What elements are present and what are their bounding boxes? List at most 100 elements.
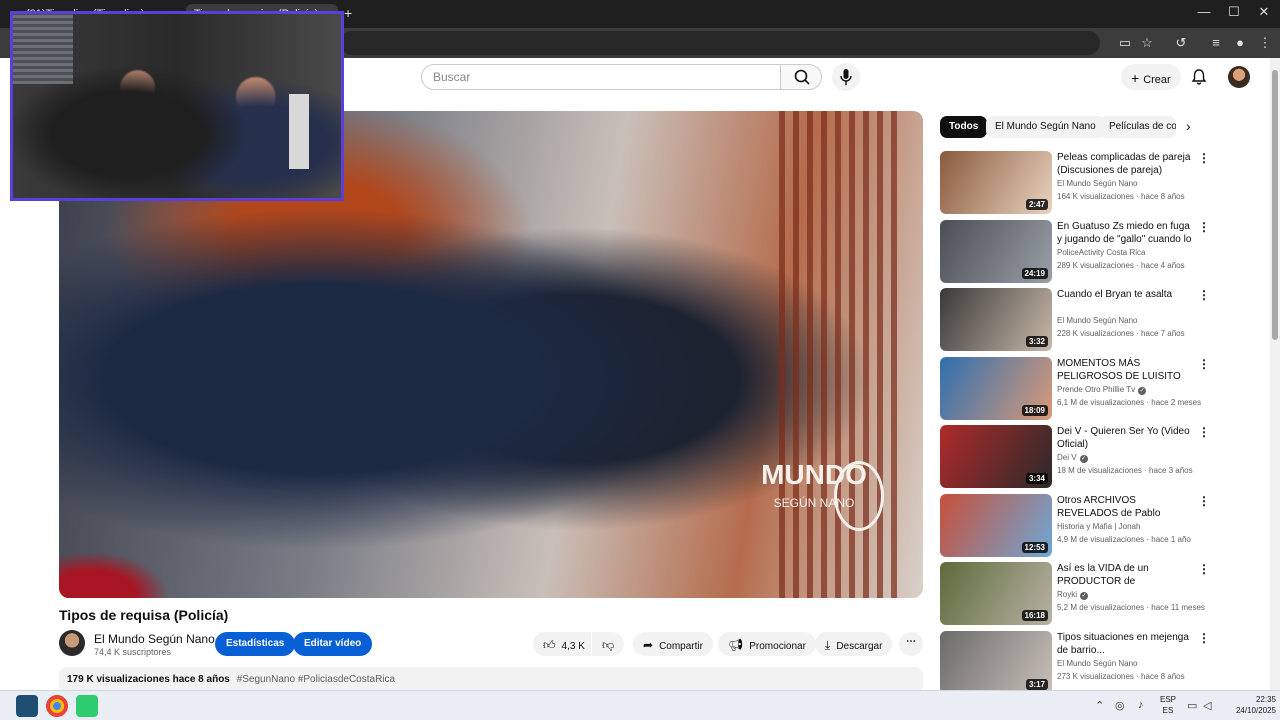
video-thumbnail[interactable]: 3:17 [940, 630, 1052, 694]
recommendation-title[interactable]: Otros ARCHIVOS REVELADOS de Pablo Escoba… [1057, 494, 1192, 520]
chrome-icon[interactable] [46, 695, 68, 717]
video-thumbnail[interactable]: 2:47 [940, 151, 1052, 214]
notifications-bell-icon[interactable] [1189, 67, 1209, 87]
history-icon[interactable]: ↺ [1172, 34, 1190, 52]
recommendation-title[interactable]: Así es la VIDA de un PRODUCTOR de MAR1HU… [1057, 562, 1192, 588]
chevron-up-icon[interactable]: ⌃ [1095, 699, 1104, 712]
recommendation-channel[interactable]: Historia y Mafia | Jonah [1057, 522, 1140, 531]
dislike-button[interactable]: 👎︎ [592, 632, 624, 656]
page-scrollbar[interactable] [1270, 58, 1280, 690]
more-vertical-icon[interactable]: ⋮ [1198, 494, 1210, 508]
recommendation-channel[interactable]: El Mundo Según Nano [1057, 659, 1138, 668]
channel-name: PoliceActivity Costa Rica [1057, 247, 1146, 257]
system-clock[interactable]: 22:35 24/10/2025 [1220, 694, 1276, 716]
create-button[interactable]: + Crear [1121, 64, 1181, 90]
more-vertical-icon[interactable]: ⋮ [1198, 631, 1210, 645]
bookmark-star-icon[interactable]: ☆ [1138, 34, 1156, 52]
video-duration: 3:32 [1025, 336, 1048, 347]
more-vertical-icon[interactable]: ⋮ [1198, 151, 1210, 165]
recommendation-title[interactable]: Cuando el Bryan te asalta [1057, 288, 1192, 301]
video-thumbnail[interactable]: 12:53 [940, 493, 1052, 557]
recommendation-title[interactable]: En Guatuso Zs miedo en fuga y jugando de… [1057, 220, 1192, 246]
media-control-icon[interactable]: ≡ [1207, 34, 1225, 52]
recommendation-channel[interactable]: PoliceActivity Costa Rica [1057, 248, 1145, 257]
browser-menu-icon[interactable]: ⋮ [1256, 34, 1274, 52]
more-vertical-icon[interactable]: ⋮ [1198, 562, 1210, 576]
chip-movies[interactable]: Películas de co [1100, 116, 1176, 138]
like-count: 4,3 K [561, 641, 585, 652]
video-title: Tipos de requisa (Policía) [59, 607, 229, 623]
scrollbar-thumb[interactable] [1272, 70, 1278, 340]
recommendation-item[interactable]: 2:47 Peleas complicadas de pareja (Discus… [940, 151, 1215, 215]
download-icon: ⤓ [825, 638, 831, 652]
more-vertical-icon[interactable]: ⋮ [1198, 357, 1210, 371]
recommendation-meta: 18 M de visualizaciones · hace 3 años [1057, 466, 1193, 475]
video-thumbnail[interactable]: 3:32 [940, 288, 1052, 351]
recommendation-channel[interactable]: Royki ✓ [1057, 590, 1089, 600]
minimize-button[interactable]: — [1188, 4, 1220, 19]
recommendation-item[interactable]: 18:09 MOMENTOS MÁS PELIGROSOS DE LUISITO … [940, 356, 1215, 421]
account-avatar[interactable] [1228, 66, 1250, 88]
recommendation-title[interactable]: Tipos situaciones en mejenga de barrio..… [1057, 631, 1192, 657]
recommendation-item[interactable]: 3:32 Cuando el Bryan te asalta El Mundo Se… [940, 288, 1215, 352]
channel-watermark: MUNDO SEGÚN NANO [739, 461, 889, 541]
recommendation-channel[interactable]: Prende Otro Phillie Tv ✓ [1057, 385, 1147, 395]
more-actions-button[interactable]: ⋯ [899, 632, 923, 656]
channel-name[interactable]: El Mundo Según Nano [94, 632, 215, 646]
recommendation-meta: 273 K visualizaciones · hace 8 años [1057, 671, 1185, 681]
search-input[interactable]: Buscar [421, 64, 781, 90]
video-duration: 16:18 [1021, 610, 1048, 621]
close-window-button[interactable]: ✕ [1248, 4, 1280, 20]
recommendation-item[interactable]: 3:17 Tipos situaciones en mejenga de barr… [940, 630, 1215, 695]
video-thumbnail[interactable]: 24:19 [940, 219, 1052, 283]
profile-icon[interactable]: ● [1231, 34, 1249, 52]
download-button[interactable]: ⤓ Descargar [815, 632, 893, 656]
recommendation-meta: 5,2 M de visualizaciones · hace 11 meses [1057, 603, 1205, 612]
video-thumbnail[interactable]: 18:09 [940, 356, 1052, 420]
language-indicator[interactable]: ESP ES [1158, 694, 1178, 716]
wifi-icon[interactable]: ▭ [1187, 699, 1197, 712]
clock-time: 22:35 [1255, 695, 1276, 704]
app-icon-vscode[interactable] [16, 695, 38, 717]
more-vertical-icon[interactable]: ⋮ [1198, 288, 1210, 302]
recommendation-title[interactable]: MOMENTOS MÁS PELIGROSOS DE LUISITO COMUN… [1057, 357, 1192, 383]
new-tab-button[interactable]: + [344, 5, 352, 21]
address-bar[interactable] [340, 31, 1100, 55]
video-thumbnail[interactable]: 16:18 [940, 562, 1052, 625]
more-vertical-icon[interactable]: ⋮ [1198, 425, 1210, 439]
video-thumbnail[interactable]: 3:34 [940, 425, 1052, 488]
voice-search-button[interactable] [832, 63, 860, 91]
views-and-date: 179 K visualizaciones hace 8 años [67, 674, 230, 685]
channel-avatar[interactable] [59, 630, 85, 656]
channel-name: El Mundo Según Nano [1057, 658, 1138, 668]
app-icon-obs[interactable] [76, 695, 98, 717]
hashtags[interactable]: #SegunNano #PoliciasdeCostaRica [237, 674, 395, 685]
share-button[interactable]: ➦ Compartir [633, 632, 713, 656]
recommendation-channel[interactable]: Dei V ✓ [1057, 453, 1088, 463]
recommendation-channel[interactable]: El Mundo Según Nano [1057, 316, 1138, 325]
more-vertical-icon[interactable]: ⋮ [1198, 220, 1210, 234]
microphone-icon[interactable]: ♪ [1138, 699, 1144, 711]
recommendation-item[interactable]: 24:19 En Guatuso Zs miedo en fuga y jugan… [940, 219, 1215, 284]
recommendation-item[interactable]: 3:34 Dei V - Quieren Ser Yo (Video Oficia… [940, 425, 1215, 489]
promote-button[interactable]: 📢︎ Promocionar [718, 632, 816, 656]
like-button[interactable]: 👍︎ 4,3 K [533, 632, 591, 656]
chevron-right-icon[interactable]: › [1186, 118, 1191, 134]
stats-button[interactable]: Estadísticas [215, 632, 296, 656]
cast-icon[interactable]: ▭ [1116, 34, 1134, 52]
recommendation-item[interactable]: 12:53 Otros ARCHIVOS REVELADOS de Pablo E… [940, 493, 1215, 558]
video-duration: 2:47 [1025, 199, 1048, 210]
chip-channel[interactable]: El Mundo Según Nano [986, 116, 1105, 138]
recommendation-title[interactable]: Peleas complicadas de pareja (Discusione… [1057, 151, 1192, 177]
network-icon[interactable]: ◎ [1115, 699, 1125, 712]
recommendation-item[interactable]: 16:18 Así es la VIDA de un PRODUCTOR de M… [940, 562, 1215, 626]
share-icon: ➦ [643, 638, 654, 652]
recommendation-channel[interactable]: El Mundo Según Nano [1057, 179, 1138, 188]
chip-todos[interactable]: Todos [940, 116, 988, 138]
search-button[interactable] [780, 64, 822, 90]
video-duration: 18:09 [1021, 404, 1048, 416]
edit-video-button[interactable]: Editar vídeo [293, 632, 373, 656]
maximize-button[interactable]: ☐ [1218, 4, 1250, 20]
recommendation-title[interactable]: Dei V - Quieren Ser Yo (Video Oficial) [1057, 425, 1192, 451]
volume-icon[interactable]: ◁ [1203, 699, 1211, 712]
